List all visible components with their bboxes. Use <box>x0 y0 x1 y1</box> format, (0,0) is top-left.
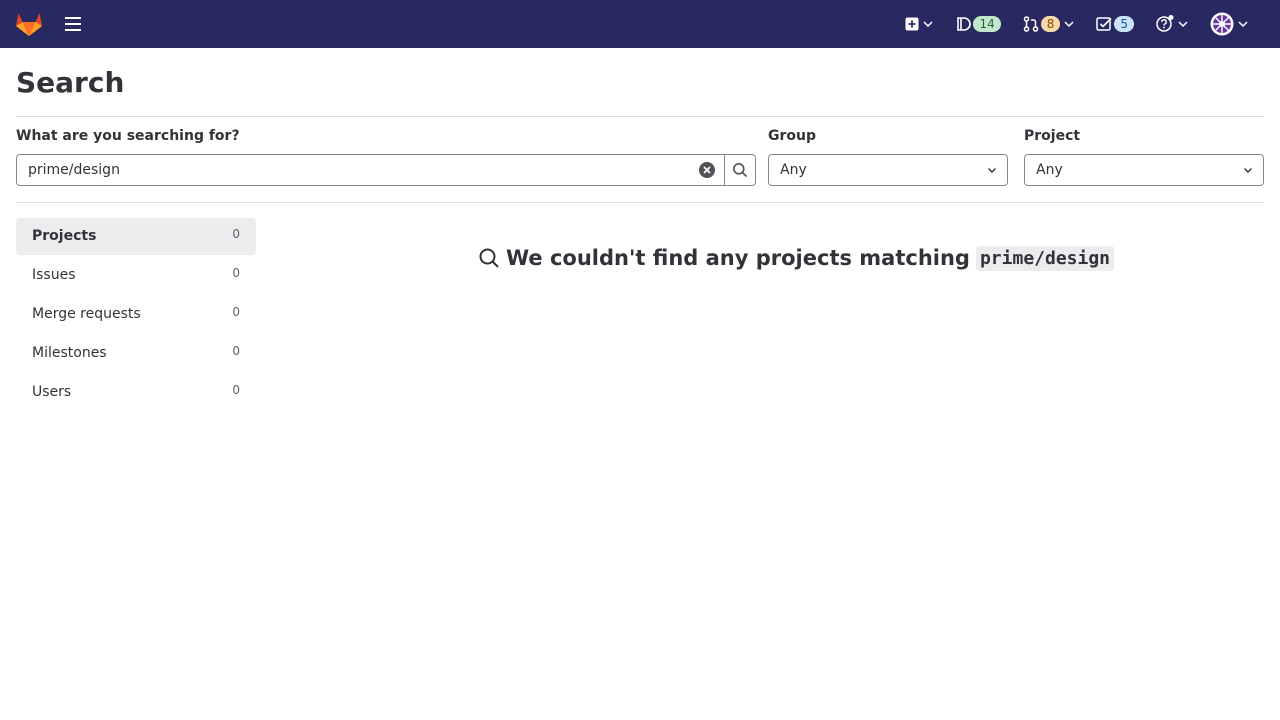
chevron-down-icon <box>923 21 933 27</box>
sidebar-item-issues[interactable]: Issues 0 <box>16 257 256 294</box>
project-filter: Project Any <box>1024 127 1264 186</box>
chevron-down-icon <box>1244 168 1252 173</box>
merge-requests-button[interactable]: 8 <box>1017 8 1081 40</box>
search-input[interactable]: prime/design <box>16 154 725 186</box>
project-select[interactable]: Any <box>1024 154 1264 186</box>
search-box: prime/design <box>16 154 756 186</box>
user-menu-button[interactable] <box>1204 8 1254 40</box>
issues-icon <box>957 17 972 31</box>
divider <box>16 202 1264 203</box>
merge-request-icon <box>1023 16 1038 32</box>
sidebar-item-label: Users <box>32 384 72 400</box>
todo-check-icon <box>1096 17 1112 31</box>
sidebar-item-count: 0 <box>232 227 240 241</box>
merge-requests-count-badge: 8 <box>1040 16 1061 32</box>
search-button[interactable] <box>724 154 756 186</box>
sidebar-item-projects[interactable]: Projects 0 <box>16 218 256 255</box>
gitlab-tanuki-icon[interactable] <box>15 11 43 37</box>
sidebar-item-milestones[interactable]: Milestones 0 <box>16 335 256 372</box>
group-label: Group <box>768 128 817 144</box>
sidebar-item-label: Milestones <box>32 345 107 361</box>
search-form: What are you searching for? prime/design… <box>16 127 1264 187</box>
project-select-value: Any <box>1036 162 1063 178</box>
chevron-down-icon <box>1064 21 1074 27</box>
search-label: What are you searching for? <box>16 128 240 144</box>
search-icon <box>733 163 748 178</box>
chevron-down-icon <box>988 168 996 173</box>
issues-button[interactable]: 14 <box>949 8 1006 40</box>
sidebar-item-label: Merge requests <box>32 306 141 322</box>
question-circle-icon <box>1156 15 1174 32</box>
group-select-value: Any <box>780 162 807 178</box>
empty-results-message: We couldn't find any projects matching p… <box>478 238 1115 278</box>
sidebar-item-label: Issues <box>32 267 76 283</box>
help-button[interactable] <box>1150 8 1194 40</box>
group-filter: Group Any <box>768 127 1008 186</box>
page-title: Search <box>16 66 125 99</box>
top-navbar: 14 8 5 <box>0 0 1280 48</box>
project-label: Project <box>1024 128 1081 144</box>
plus-square-icon <box>905 17 919 31</box>
group-select[interactable]: Any <box>768 154 1008 186</box>
sidebar-item-merge-requests[interactable]: Merge requests 0 <box>16 296 256 333</box>
sidebar-item-count: 0 <box>232 344 240 358</box>
sidebar-item-label: Projects <box>32 228 97 244</box>
sidebar-item-count: 0 <box>232 305 240 319</box>
sidebar-item-users[interactable]: Users 0 <box>16 374 256 411</box>
search-page: Search What are you searching for? prime… <box>16 48 1264 400</box>
search-query: prime/design <box>975 245 1115 271</box>
navbar-actions: 14 8 5 <box>889 0 1254 48</box>
chevron-down-icon <box>1178 21 1188 27</box>
search-field-group: What are you searching for? prime/design <box>16 127 756 186</box>
todos-button[interactable]: 5 <box>1090 8 1140 40</box>
chevron-down-icon <box>1238 21 1248 27</box>
sidebar-item-count: 0 <box>232 266 240 280</box>
search-icon <box>479 248 499 268</box>
hamburger-icon[interactable] <box>62 14 84 34</box>
issues-count-badge: 14 <box>973 16 1001 32</box>
clear-icon[interactable] <box>697 160 717 180</box>
create-new-button[interactable] <box>899 8 939 40</box>
empty-results-text: We couldn't find any projects matching <box>506 246 970 270</box>
scope-sidebar: Projects 0 Issues 0 Merge requests 0 Mil… <box>16 218 256 413</box>
avatar-icon <box>1210 12 1234 36</box>
divider <box>16 116 1264 117</box>
sidebar-item-count: 0 <box>232 383 240 397</box>
todos-count-badge: 5 <box>1114 16 1134 32</box>
